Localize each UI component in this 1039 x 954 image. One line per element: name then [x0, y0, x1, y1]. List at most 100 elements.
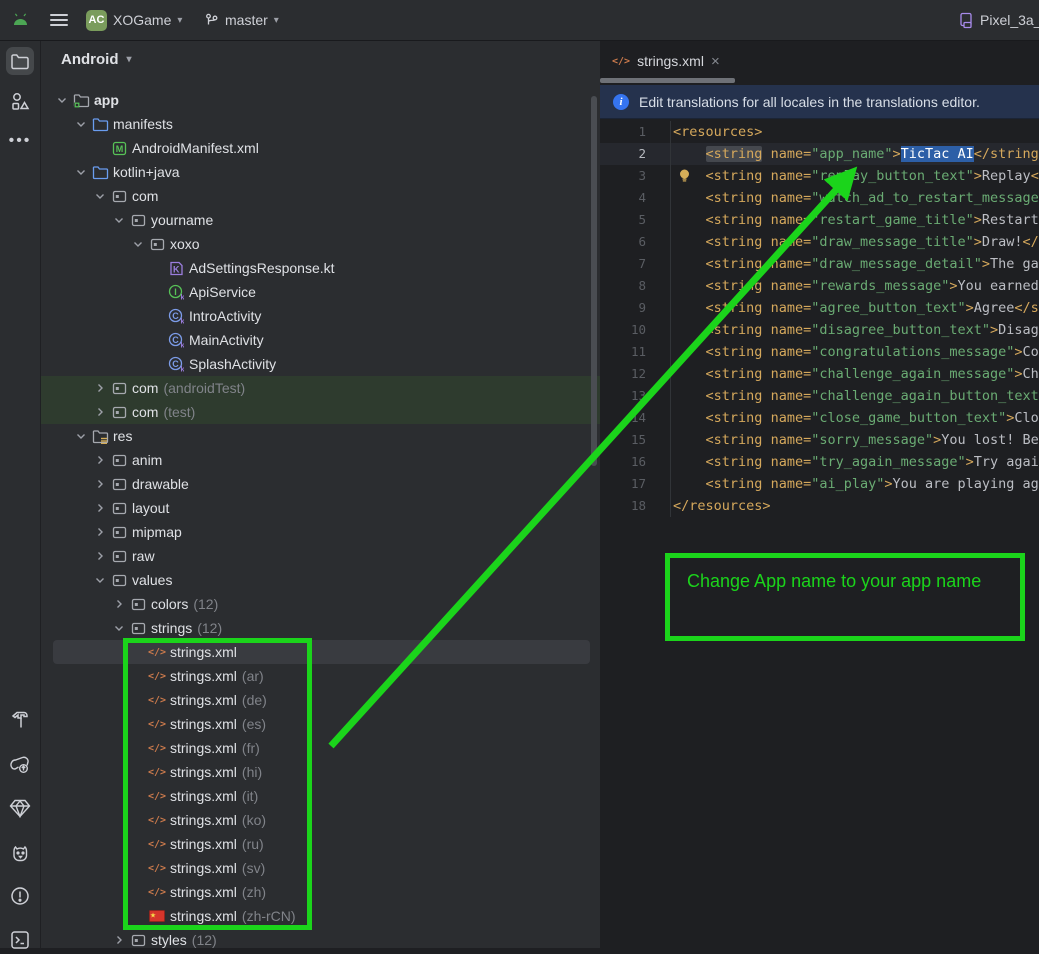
stripe-button-build-hammer-icon[interactable] [6, 706, 34, 734]
code-line-10[interactable]: 10 <string name="disagree_button_text">D… [600, 319, 1039, 341]
code-line-5[interactable]: 5 <string name="restart_game_title">Rest… [600, 209, 1039, 231]
tree-item-strings-xml-de-[interactable]: </>strings.xml(de) [41, 688, 600, 712]
tree-item-apiservice[interactable]: IkApiService [41, 280, 600, 304]
code-line-14[interactable]: 14 <string name="close_game_button_text"… [600, 407, 1039, 429]
code-line-1[interactable]: 1<resources> [600, 121, 1039, 143]
tree-item-values[interactable]: values [41, 568, 600, 592]
tree-item-strings-xml-ru-[interactable]: </>strings.xml(ru) [41, 832, 600, 856]
chevron-down-icon[interactable] [53, 97, 71, 104]
chevron-down-icon[interactable] [72, 433, 90, 440]
tree-item-com-androidTest-[interactable]: com(androidTest) [41, 376, 600, 400]
chevron-right-icon[interactable] [91, 407, 109, 417]
project-tree-scrollbar[interactable] [591, 96, 597, 466]
tree-item-strings-xml-it-[interactable]: </>strings.xml(it) [41, 784, 600, 808]
kotlin-file-icon: K [166, 261, 186, 276]
code-line-17[interactable]: 17 <string name="ai_play">You are playin… [600, 473, 1039, 495]
stripe-button-logcat-icon[interactable] [6, 838, 34, 866]
device-selector[interactable]: Pixel_3a_ [958, 0, 1039, 40]
tree-item-styles-12-[interactable]: styles(12) [41, 928, 600, 948]
tree-item-strings-12-[interactable]: strings(12) [41, 616, 600, 640]
code-text: <string name="restart_game_title">Restar… [670, 209, 1039, 231]
tree-item-label: strings.xml [170, 764, 237, 780]
chevron-down-icon[interactable] [110, 217, 128, 224]
tree-item-app[interactable]: app [41, 88, 600, 112]
chevron-down-icon[interactable] [72, 169, 90, 176]
tree-item-strings-xml[interactable]: </>strings.xml [41, 640, 600, 664]
vcs-branch-widget[interactable]: master ▾ [204, 0, 279, 40]
chevron-down-icon[interactable] [110, 625, 128, 632]
project-view-selector[interactable]: Android ▾ [61, 51, 132, 68]
tree-item-kotlin-java[interactable]: kotlin+java [41, 160, 600, 184]
stripe-button-profiler-icon[interactable] [6, 750, 34, 778]
tree-item-label: strings.xml [170, 884, 237, 900]
main-toolbar: AC XOGame ▾ master ▾ Pixel_3a_ [0, 0, 1039, 41]
code-line-3[interactable]: 3 <string name="replay_button_text">Repl… [600, 165, 1039, 187]
flag-cn-icon: ★ [147, 910, 167, 922]
tree-item-mipmap[interactable]: mipmap [41, 520, 600, 544]
stripe-button-more-tool-windows-icon[interactable]: ••• [6, 127, 34, 155]
tree-item-yourname[interactable]: yourname [41, 208, 600, 232]
code-line-4[interactable]: 4 <string name="watch_ad_to_restart_mess… [600, 187, 1039, 209]
stripe-button-resource-manager-icon[interactable] [6, 87, 34, 115]
tree-item-strings-xml-zh-[interactable]: </>strings.xml(zh) [41, 880, 600, 904]
tree-item-strings-xml-zh-rCN-[interactable]: ★strings.xml(zh-rCN) [41, 904, 600, 928]
code-token: <string [706, 234, 763, 250]
chevron-right-icon[interactable] [110, 935, 128, 945]
tree-item-colors-12-[interactable]: colors(12) [41, 592, 600, 616]
code-line-12[interactable]: 12 <string name="challenge_again_message… [600, 363, 1039, 385]
code-line-8[interactable]: 8 <string name="rewards_message">You ear… [600, 275, 1039, 297]
tab-bar-scrollbar[interactable] [600, 78, 735, 83]
chevron-right-icon[interactable] [91, 455, 109, 465]
stripe-button-app-quality-insights-icon[interactable] [6, 794, 34, 822]
tree-item-strings-xml-es-[interactable]: </>strings.xml(es) [41, 712, 600, 736]
tree-item-res[interactable]: res [41, 424, 600, 448]
code-line-7[interactable]: 7 <string name="draw_message_detail">The… [600, 253, 1039, 275]
tree-item-com[interactable]: com [41, 184, 600, 208]
intention-bulb-icon[interactable] [678, 168, 691, 183]
tree-item-layout[interactable]: layout [41, 496, 600, 520]
tree-item-mainactivity[interactable]: CkMainActivity [41, 328, 600, 352]
tree-item-strings-xml-fr-[interactable]: </>strings.xml(fr) [41, 736, 600, 760]
tree-item-adsettingsresponse-kt[interactable]: KAdSettingsResponse.kt [41, 256, 600, 280]
translations-notification-banner[interactable]: i Edit translations for all locales in t… [600, 85, 1039, 119]
chevron-right-icon[interactable] [91, 503, 109, 513]
code-line-6[interactable]: 6 <string name="draw_message_title">Draw… [600, 231, 1039, 253]
code-line-9[interactable]: 9 <string name="agree_button_text">Agree… [600, 297, 1039, 319]
tree-item-anim[interactable]: anim [41, 448, 600, 472]
chevron-right-icon[interactable] [91, 383, 109, 393]
tree-item-strings-xml-hi-[interactable]: </>strings.xml(hi) [41, 760, 600, 784]
code-line-11[interactable]: 11 <string name="congratulations_message… [600, 341, 1039, 363]
tree-item-strings-xml-ar-[interactable]: </>strings.xml(ar) [41, 664, 600, 688]
tab-strings-xml[interactable]: </> strings.xml × [600, 45, 732, 77]
chevron-right-icon[interactable] [91, 527, 109, 537]
close-tab-icon[interactable]: × [711, 54, 720, 69]
chevron-right-icon[interactable] [91, 479, 109, 489]
tree-item-raw[interactable]: raw [41, 544, 600, 568]
project-widget[interactable]: AC XOGame ▾ [86, 0, 182, 40]
tree-item-androidmanifest-xml[interactable]: MAndroidManifest.xml [41, 136, 600, 160]
chevron-down-icon[interactable] [91, 193, 109, 200]
tree-item-drawable[interactable]: drawable [41, 472, 600, 496]
tree-item-strings-xml-ko-[interactable]: </>strings.xml(ko) [41, 808, 600, 832]
chevron-down-icon[interactable] [72, 121, 90, 128]
tree-item-introactivity[interactable]: CkIntroActivity [41, 304, 600, 328]
code-line-15[interactable]: 15 <string name="sorry_message">You lost… [600, 429, 1039, 451]
code-line-18[interactable]: 18</resources> [600, 495, 1039, 517]
chevron-down-icon[interactable] [91, 577, 109, 584]
code-line-2[interactable]: 2 <string name="app_name">TicTac AI</str… [600, 143, 1039, 165]
code-editor[interactable]: 1<resources>2 <string name="app_name">Ti… [600, 121, 1039, 517]
stripe-button-terminal-icon[interactable] [6, 926, 34, 954]
tree-item-manifests[interactable]: manifests [41, 112, 600, 136]
chevron-down-icon[interactable] [129, 241, 147, 248]
line-number: 18 [600, 495, 646, 517]
stripe-button-problems-icon[interactable] [6, 882, 34, 910]
code-line-13[interactable]: 13 <string name="challenge_again_button_… [600, 385, 1039, 407]
code-line-16[interactable]: 16 <string name="try_again_message">Try … [600, 451, 1039, 473]
tree-item-strings-xml-sv-[interactable]: </>strings.xml(sv) [41, 856, 600, 880]
tree-item-xoxo[interactable]: xoxo [41, 232, 600, 256]
chevron-right-icon[interactable] [110, 599, 128, 609]
stripe-button-project-folder-icon[interactable] [6, 47, 34, 75]
tree-item-splashactivity[interactable]: CkSplashActivity [41, 352, 600, 376]
tree-item-com-test-[interactable]: com(test) [41, 400, 600, 424]
chevron-right-icon[interactable] [91, 551, 109, 561]
